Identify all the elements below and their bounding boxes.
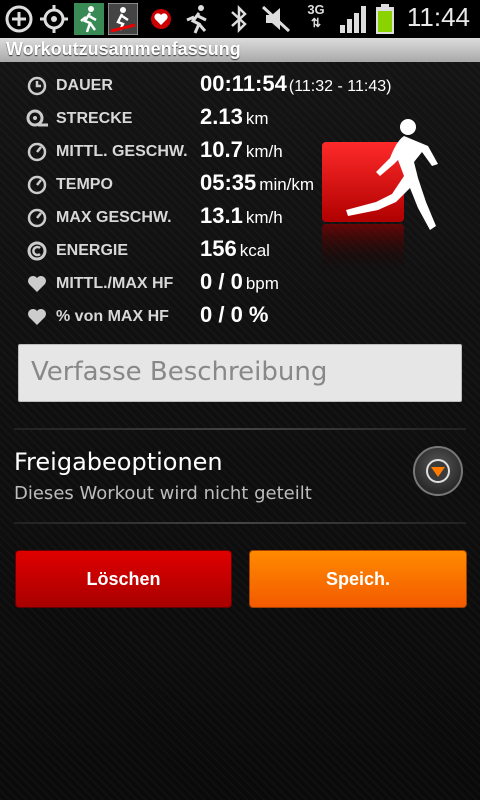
stat-value-number: 0 / 0 % [200,302,269,327]
add-icon[interactable] [4,3,34,35]
stat-row-max-speed: MAX GESCHW. 13.1 km/h [26,203,326,233]
stat-value: 156 kcal [200,236,270,262]
stat-unit: kcal [239,241,270,260]
divider [14,428,466,430]
stat-value: 0 / 0 % [200,302,268,328]
speedometer-icon [27,142,47,162]
stat-unit: km/h [245,208,283,227]
stat-value-number: 2.13 [200,104,243,129]
stat-unit: bpm [245,274,279,293]
stat-value-number: 05:35 [200,170,257,195]
signal-icon [340,6,366,33]
stat-value-number: 13.1 [200,203,243,228]
stat-row-distance: STRECKE 2.13 km [26,104,326,134]
stat-row-max-hr-percent: % von MAX HF 0 / 0 % [26,302,326,332]
stat-value: 2.13 km [200,104,269,130]
stat-label: MITTL./MAX HF [56,275,174,292]
sharing-status-text: Dieses Workout wird nicht geteilt [14,483,312,504]
stat-row-energy: ENERGIE 156 kcal [26,236,326,266]
calories-icon [27,241,47,261]
stat-row-pace: TEMPO 05:35 min/km [26,170,326,200]
title-bar: Workoutzusammenfassung [0,38,480,62]
heart-icon [28,309,46,325]
stat-unit: min/km [259,175,315,194]
runner-app-icon[interactable] [74,3,104,35]
page-title: Workoutzusammenfassung [6,39,241,59]
stat-unit: km/h [245,142,283,161]
stat-value-number: 156 [200,236,237,261]
save-button[interactable]: Speich. [249,550,467,608]
stat-label: MAX GESCHW. [56,209,172,226]
stat-label: % von MAX HF [56,308,169,325]
network-3g-icon: 3G ⇅ [307,2,325,30]
sharing-dropdown-button[interactable] [413,446,463,496]
stat-value: 13.1 km/h [200,203,283,229]
speedometer-icon [27,208,47,228]
stat-value-number: 00:11:54 [200,71,287,96]
stat-time-range: (11:32 - 11:43) [288,78,392,95]
mute-icon [261,5,291,33]
delete-button[interactable]: Löschen [15,550,232,608]
network-label: 3G [307,2,325,17]
gps-icon[interactable] [38,3,70,35]
runner-logo-icon [322,119,438,274]
stat-row-heart-rate: MITTL./MAX HF 0 / 0 bpm [26,269,326,299]
distance-icon [26,109,48,127]
treadmill-icon[interactable] [108,3,138,35]
speedometer-icon [27,175,47,195]
stat-row-avg-speed: MITTL. GESCHW. 10.7 km/h [26,137,326,167]
divider [14,522,466,524]
clock-icon [27,76,47,96]
stat-value-number: 10.7 [200,137,243,162]
stat-row-duration: DAUER 00:11:54 (11:32 - 11:43) [26,71,391,101]
stat-unit: km [245,109,269,128]
clock-time: 11:44 [406,2,470,32]
description-input[interactable]: Verfasse Beschreibung [18,344,462,402]
stat-label: ENERGIE [56,242,129,259]
stat-label: STRECKE [56,110,133,127]
stat-label: TEMPO [56,176,113,193]
bluetooth-icon [231,4,247,34]
stat-value: 05:35 min/km [200,170,314,196]
stat-label: DAUER [56,77,113,94]
stat-value: 10.7 km/h [200,137,283,163]
runner-outline-icon[interactable] [180,3,212,35]
stat-value: 0 / 0 bpm [200,269,279,295]
stat-value-number: 0 / 0 [200,269,243,294]
heart-icon [28,276,46,292]
sharing-options-title[interactable]: Freigabeoptionen [14,448,223,476]
battery-icon [376,4,394,34]
stat-label: MITTL. GESCHW. [56,143,188,160]
status-bar: 3G ⇅ 11:44 [0,0,480,38]
chevron-down-icon [426,459,450,483]
stat-value: 00:11:54 (11:32 - 11:43) [200,71,391,97]
heart-red-icon[interactable] [148,3,174,35]
